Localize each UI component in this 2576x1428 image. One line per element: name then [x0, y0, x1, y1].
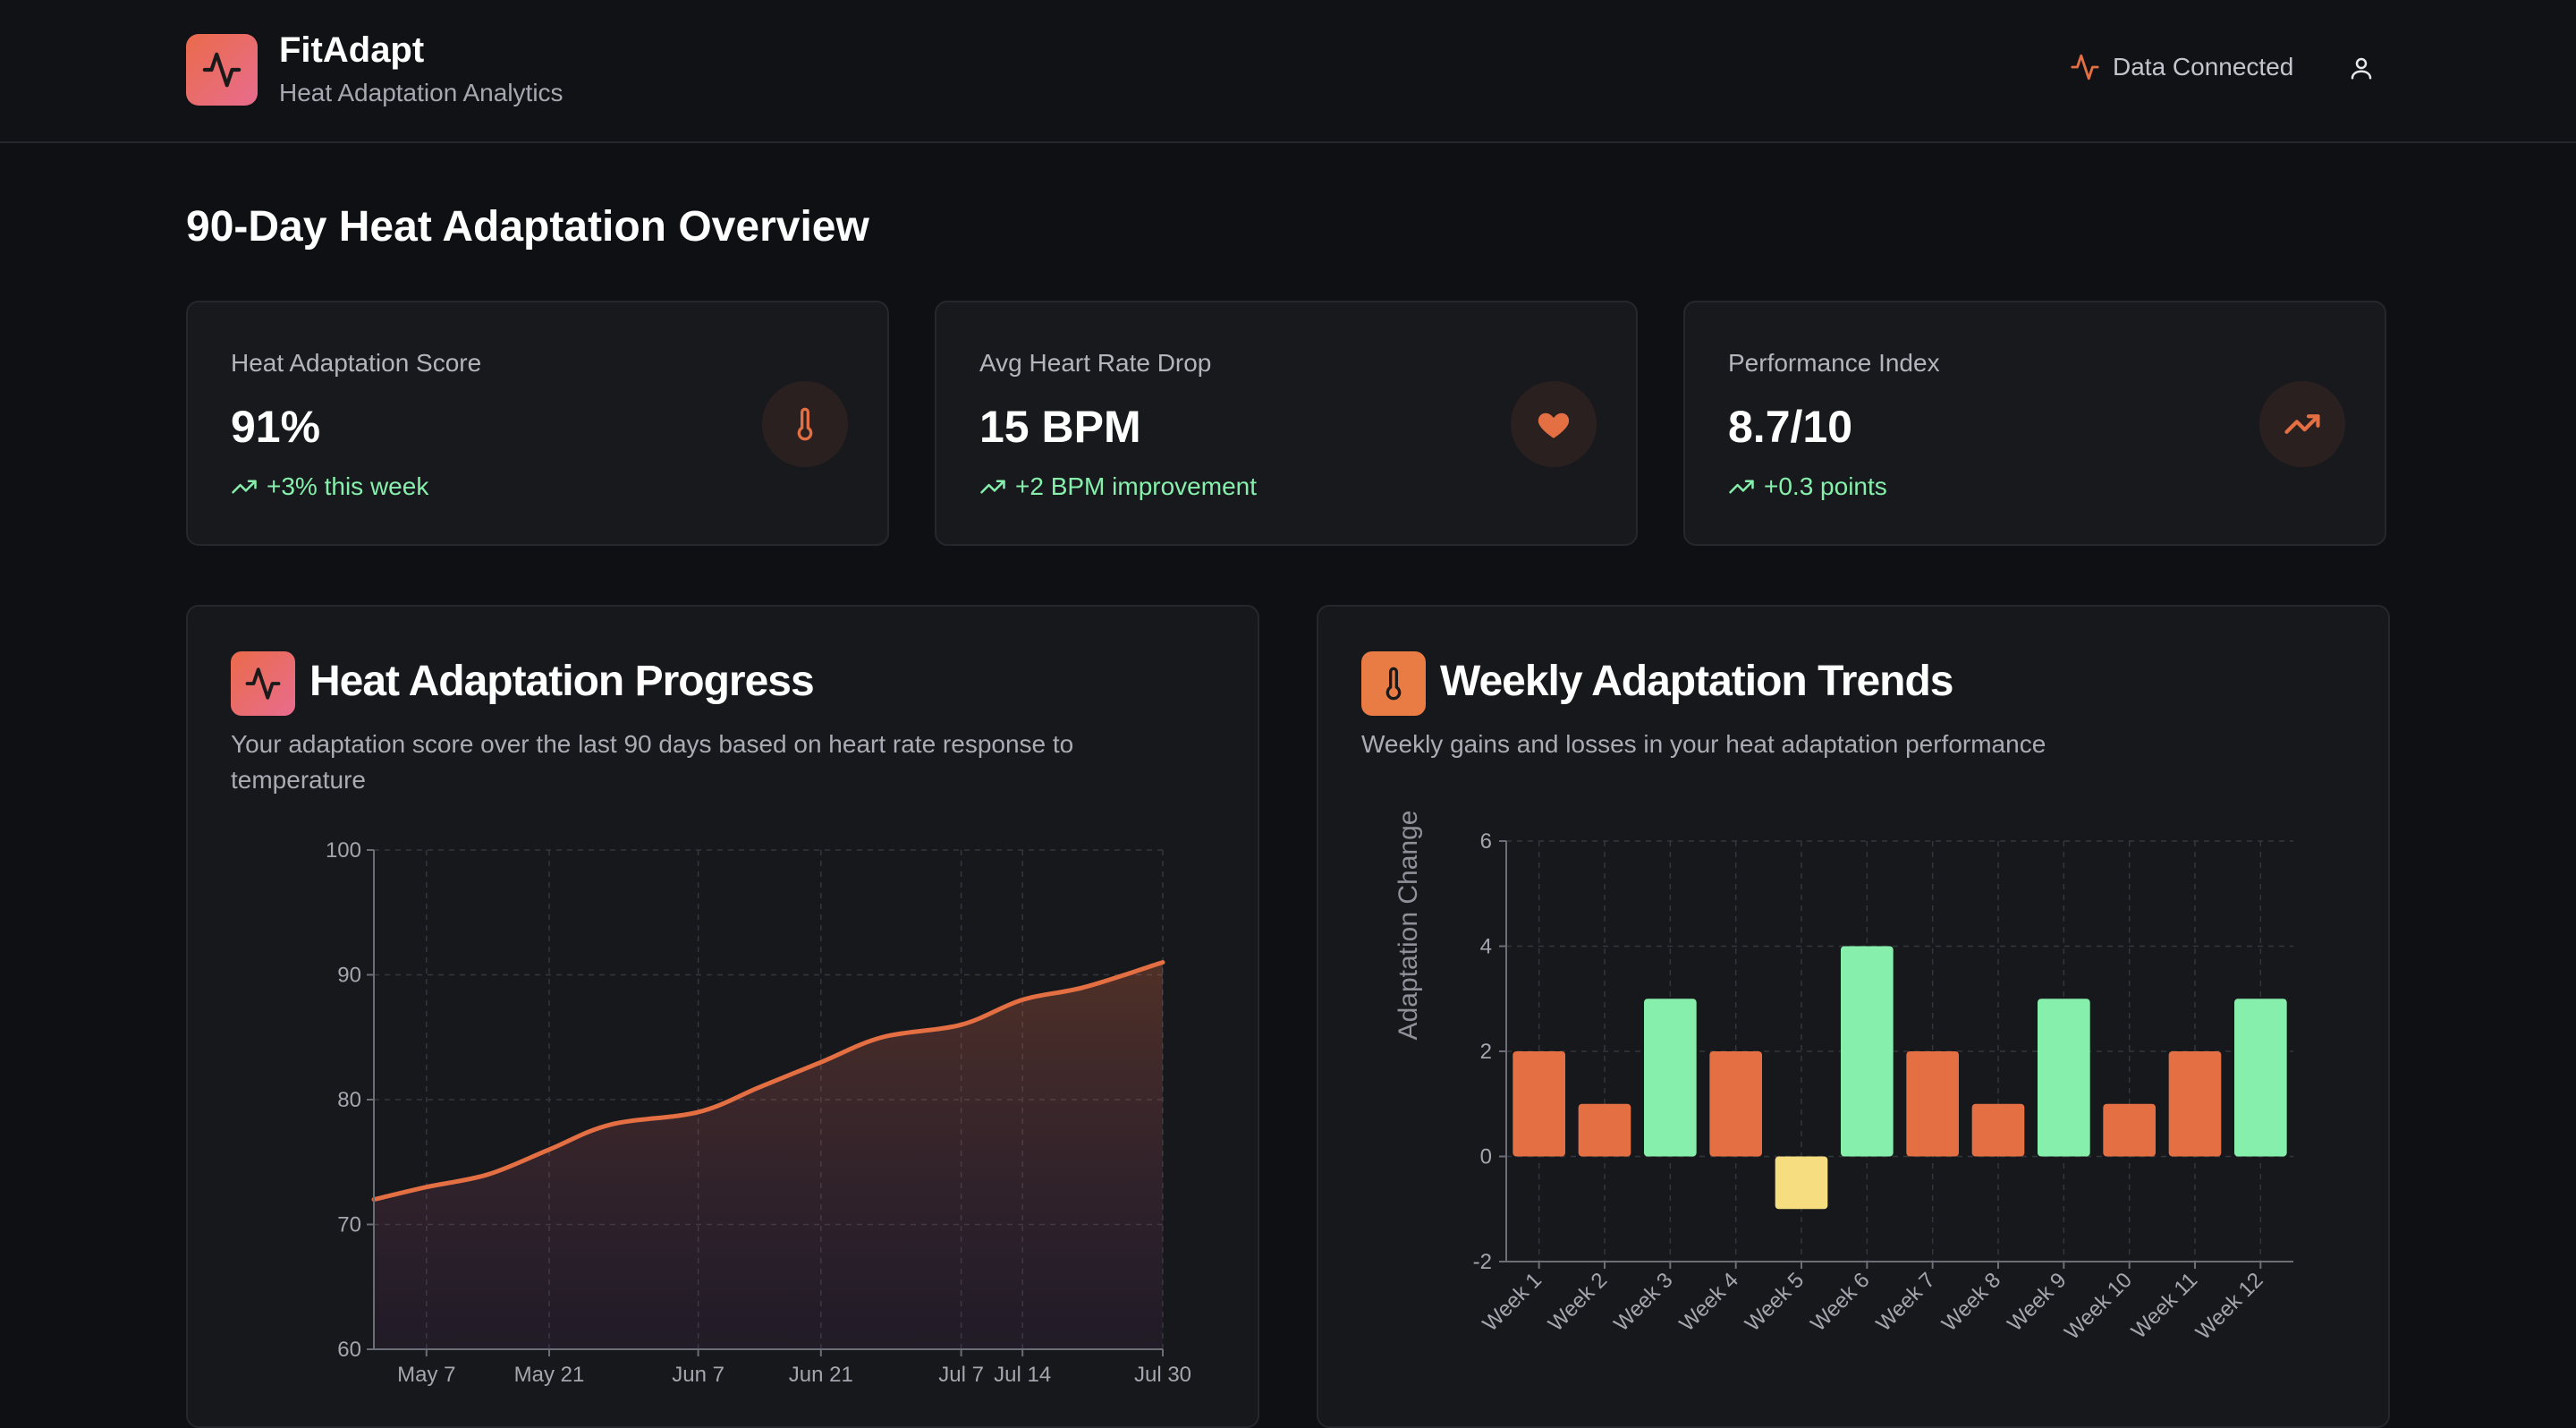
stat-change: +0.3 points — [1728, 472, 1887, 501]
user-icon — [2351, 57, 2372, 80]
x-tick-label: May 21 — [514, 1363, 585, 1387]
bar — [1709, 1051, 1762, 1157]
trending-up-icon — [2284, 414, 2320, 434]
bar — [1644, 999, 1697, 1157]
heart-icon — [1538, 412, 1570, 438]
x-tick-label: Jun 7 — [672, 1363, 724, 1387]
app-header: FitAdapt Heat Adaptation Analytics Data … — [0, 0, 2576, 143]
bar — [1775, 1156, 1828, 1210]
x-tick-label: Week 11 — [2127, 1268, 2202, 1343]
y-tick-label: 80 — [337, 1088, 361, 1112]
x-tick-label: Week 10 — [2060, 1268, 2137, 1345]
area-fill — [374, 962, 1163, 1349]
x-tick-label: Jul 14 — [994, 1363, 1051, 1387]
y-tick-label: 0 — [1480, 1145, 1492, 1169]
user-account-button[interactable] — [2345, 52, 2377, 84]
connection-status-label: Data Connected — [2113, 53, 2294, 81]
trending-up-icon — [980, 480, 1005, 494]
trending-up-icon — [232, 480, 257, 494]
page-title: 90-Day Heat Adaptation Overview — [186, 203, 869, 251]
activity-icon — [2071, 54, 2099, 81]
app-name: FitAdapt — [279, 30, 425, 70]
y-tick-label: 2 — [1480, 1040, 1492, 1064]
thermometer-icon — [797, 407, 813, 441]
weekly-bar-chart: -20246Week 1Week 2Week 3Week 4Week 5Week… — [1394, 811, 2293, 1345]
y-tick-label: 100 — [326, 838, 361, 863]
bar — [2168, 1051, 2222, 1157]
x-tick-label: May 7 — [397, 1363, 455, 1387]
trending-up-icon — [1729, 480, 1754, 494]
x-tick-label: Week 8 — [1937, 1268, 2005, 1336]
x-tick-label: Jul 30 — [1134, 1363, 1191, 1387]
stat-change-label: +3% this week — [267, 472, 429, 500]
x-tick-label: Week 4 — [1675, 1268, 1743, 1336]
x-tick-label: Week 12 — [2191, 1268, 2268, 1345]
stat-icon-badge — [2259, 381, 2345, 467]
stat-card-performance-index: Performance Index 8.7/10 +0.3 points — [1683, 301, 2386, 546]
bar — [1841, 946, 1894, 1157]
x-tick-label: Week 5 — [1741, 1268, 1809, 1336]
stat-label: Performance Index — [1728, 349, 1940, 377]
stat-card-heart-rate-drop: Avg Heart Rate Drop 15 BPM +2 BPM improv… — [935, 301, 1638, 546]
stat-icon-badge — [762, 381, 848, 467]
stat-value: 91% — [231, 402, 321, 452]
stat-icon-badge — [1511, 381, 1597, 467]
bar — [1906, 1051, 1959, 1157]
stat-label: Heat Adaptation Score — [231, 349, 482, 377]
x-tick-label: Week 2 — [1544, 1268, 1612, 1336]
activity-icon — [202, 52, 242, 88]
bar — [2038, 999, 2090, 1157]
y-tick-label: 60 — [337, 1338, 361, 1362]
x-tick-label: Week 7 — [1872, 1268, 1940, 1336]
y-axis-title: Adaptation Change — [1394, 811, 1423, 1041]
app-logo[interactable] — [186, 34, 258, 106]
stat-change-label: +2 BPM improvement — [1015, 472, 1257, 500]
stat-value: 15 BPM — [979, 402, 1141, 452]
stat-value: 8.7/10 — [1728, 402, 1853, 452]
app-subtitle: Heat Adaptation Analytics — [279, 79, 564, 106]
stat-change: +2 BPM improvement — [979, 472, 1257, 501]
stat-label: Avg Heart Rate Drop — [979, 349, 1212, 377]
bar — [2234, 999, 2287, 1157]
x-tick-label: Jun 21 — [789, 1363, 853, 1387]
progress-area-chart: 60 70 80 90 100 May 7 May 21 Jun 7 Jun 21 Jul 7 Ju… — [326, 838, 1191, 1387]
bar — [1971, 1103, 2025, 1157]
y-tick-label: 70 — [337, 1213, 361, 1237]
x-tick-label: Week 6 — [1806, 1268, 1874, 1336]
weekly-panel: Weekly Adaptation Trends Weekly gains an… — [1317, 605, 2390, 1428]
y-tick-label: 6 — [1480, 829, 1492, 854]
y-tick-label: 4 — [1480, 935, 1492, 959]
x-tick-label: Jul 7 — [938, 1363, 984, 1387]
connection-status[interactable]: Data Connected — [2070, 52, 2293, 82]
bar — [1578, 1103, 1631, 1157]
stat-change-label: +0.3 points — [1764, 472, 1887, 500]
x-tick-label: Week 1 — [1479, 1268, 1546, 1336]
stat-change: +3% this week — [231, 472, 428, 501]
bar — [1513, 1051, 1565, 1157]
y-tick-label: 90 — [337, 964, 361, 988]
x-tick-label: Week 3 — [1609, 1268, 1677, 1336]
progress-panel: Heat Adaptation Progress Your adaptation… — [186, 605, 1259, 1428]
bar — [2103, 1103, 2156, 1157]
y-tick-label: -2 — [1473, 1250, 1492, 1274]
stat-card-adaptation-score: Heat Adaptation Score 91% +3% this week — [186, 301, 889, 546]
